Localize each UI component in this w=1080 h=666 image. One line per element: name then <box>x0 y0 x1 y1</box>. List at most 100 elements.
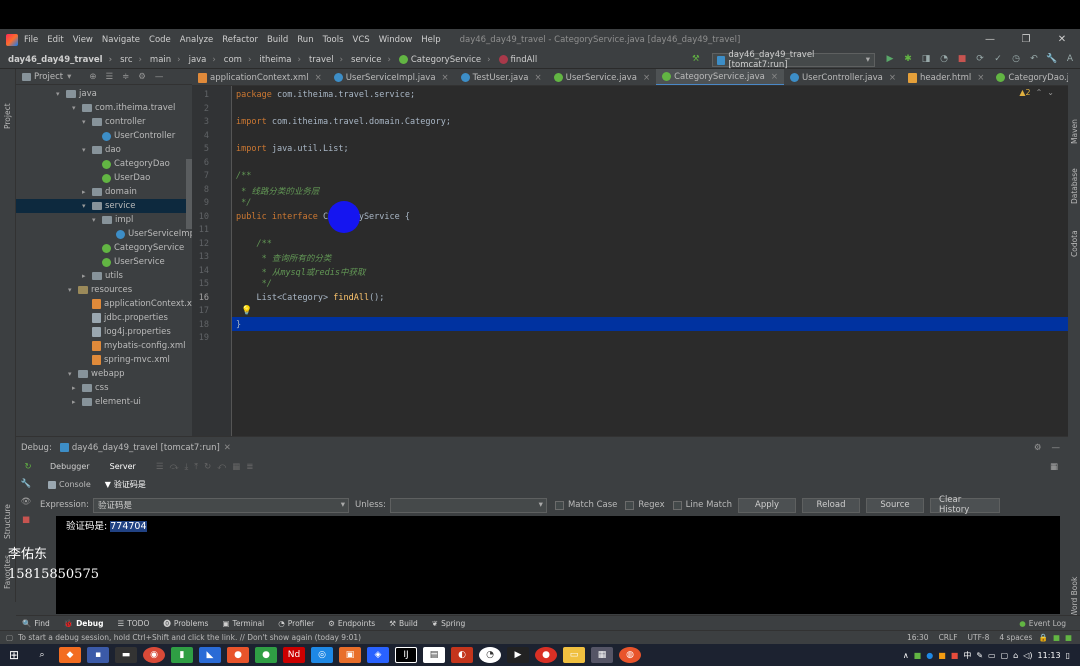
app-icon[interactable]: ◣ <box>199 647 221 663</box>
console-scrollbar[interactable] <box>1060 516 1068 614</box>
breadcrumb-item[interactable]: travel › <box>309 55 343 65</box>
app-icon[interactable]: ▬ <box>115 647 137 663</box>
start-icon[interactable]: ⊞ <box>3 647 25 663</box>
bottom-tab-problems[interactable]: ⓿ Problems <box>163 618 208 629</box>
display-icon[interactable]: ▢ <box>1001 651 1009 660</box>
eye-icon[interactable]: 👁 <box>16 493 36 511</box>
menu-build[interactable]: Build <box>267 35 288 45</box>
line-number[interactable]: 17 <box>199 306 209 316</box>
line-number[interactable]: 11 <box>199 225 209 235</box>
code-line[interactable]: /** <box>236 239 271 249</box>
bottom-tab-build[interactable]: ⚒ Build <box>389 619 418 628</box>
settings-icon[interactable]: 🔧 <box>16 475 36 493</box>
tree-item[interactable]: ▸ domain <box>16 185 137 199</box>
target-icon[interactable]: ⊕ <box>89 72 96 82</box>
bottom-tab-debug[interactable]: 🐞 Debug <box>64 619 104 628</box>
chevron-down-icon[interactable]: ⌄ <box>1047 88 1054 97</box>
match-case-checkbox[interactable] <box>554 500 564 510</box>
translate-icon[interactable]: A <box>1064 53 1076 65</box>
coverage-icon[interactable]: ◨ <box>920 53 932 65</box>
app-icon[interactable]: ▪ <box>87 647 109 663</box>
clock[interactable]: 11:13 <box>1038 651 1061 660</box>
lightbulb-icon[interactable]: 💡 <box>241 306 252 316</box>
history-icon[interactable]: ◷ <box>1010 53 1022 65</box>
breadcrumb-item[interactable]: CategoryService › <box>398 55 491 65</box>
app-icon[interactable]: ◈ <box>367 647 389 663</box>
breadcrumb-item[interactable]: itheima › <box>259 55 301 65</box>
bottom-tab-profiler[interactable]: ◔ Profiler <box>278 619 314 628</box>
status-message[interactable]: To start a debug session, hold Ctrl+Shif… <box>18 633 361 642</box>
tree-item[interactable]: ▸ element-ui <box>16 395 141 409</box>
undo-icon[interactable]: ↶ <box>1028 53 1040 65</box>
tray-app-icon[interactable]: ● <box>926 651 933 660</box>
app-icon[interactable]: ▮ <box>171 647 193 663</box>
tree-item[interactable]: CategoryService <box>16 241 184 255</box>
codota-icon[interactable]: ■ <box>1065 633 1072 642</box>
stop-icon[interactable]: ■ <box>956 53 968 65</box>
code-editor[interactable]: 1 2 3 4 5 6 7 8 9 10 11 12 13 14 15 16 17 18 19 package co… <box>192 86 1068 436</box>
app-icon[interactable]: ◔ <box>479 647 501 663</box>
tree-item[interactable]: ▾ controller <box>16 115 146 129</box>
intellij-taskbar-icon[interactable]: IJ <box>395 647 417 663</box>
breadcrumb-item[interactable]: day46_day49_travel › <box>8 55 112 65</box>
close-icon[interactable]: ✕ <box>224 443 231 453</box>
bottom-tab-endpoints[interactable]: ⚙ Endpoints <box>328 619 375 628</box>
line-number[interactable]: 8 <box>204 185 209 195</box>
clear-history-button[interactable]: Clear History <box>930 495 1001 515</box>
tree-item[interactable]: ▾ service <box>16 199 192 213</box>
menu-code[interactable]: Code <box>149 35 171 45</box>
step-controls-icon[interactable]: ☰⤼⤓⤒↻⤺▦≣ <box>156 462 260 472</box>
breadcrumb-item[interactable]: service › <box>351 55 391 65</box>
menu-vcs[interactable]: VCS <box>353 35 370 45</box>
reload-button[interactable]: Reload <box>802 497 861 513</box>
bottom-tab-todo[interactable]: ☰ TODO <box>117 619 149 628</box>
tree-item[interactable]: ▾ com.itheima.travel <box>16 101 175 115</box>
chevron-down-icon[interactable]: ▾ <box>67 72 71 82</box>
close-button[interactable]: ✕ <box>1044 29 1080 51</box>
breadcrumb-item[interactable]: java › <box>189 55 216 65</box>
git-icon[interactable]: ✓ <box>992 53 1004 65</box>
code-line[interactable]: List<Category> findAll(); <box>236 293 384 303</box>
stop-icon[interactable]: ■ <box>16 511 36 529</box>
tree-item[interactable]: ▾ java <box>16 87 97 101</box>
line-number[interactable]: 6 <box>204 158 209 168</box>
restore-button[interactable]: ❐ <box>1008 29 1044 51</box>
run-icon[interactable]: ▶ <box>884 53 896 65</box>
word-book-tool-button[interactable]: Word Book <box>1070 577 1079 617</box>
warnings-indicator[interactable]: ▲2 <box>1019 88 1030 97</box>
tree-item[interactable]: mybatis-config.xml <box>16 339 186 353</box>
file-explorer-icon[interactable]: ▭ <box>563 647 585 663</box>
line-number[interactable]: 19 <box>199 333 209 343</box>
line-number[interactable]: 3 <box>204 117 209 127</box>
project-tool-button[interactable]: Project <box>3 103 12 129</box>
gear-icon[interactable]: ⚙ <box>138 72 146 82</box>
code-line[interactable]: * 查询所有的分类 <box>236 252 332 264</box>
lock-icon[interactable]: 🔒 <box>1038 633 1047 642</box>
notification-icon[interactable]: ▯ <box>1066 651 1070 660</box>
run-configuration-select[interactable]: day46_day49_travel [tomcat7:run] ▾ <box>712 50 875 70</box>
breadcrumb-item[interactable]: findAll <box>498 55 537 65</box>
menu-navigate[interactable]: Navigate <box>102 35 140 45</box>
menu-help[interactable]: Help <box>421 35 440 45</box>
app-icon[interactable]: ▣ <box>339 647 361 663</box>
editor-tab[interactable]: header.html × <box>902 69 990 85</box>
code-line[interactable]: import java.util.List; <box>236 144 349 154</box>
project-panel-title[interactable]: Project <box>34 72 63 82</box>
expand-all-icon[interactable]: ☰ <box>106 72 114 82</box>
editor-tab[interactable]: TestUser.java × <box>455 69 548 85</box>
code-line[interactable]: * 线路分类的业务层 <box>236 185 319 197</box>
console-output[interactable]: 验证码是: 774704 <box>56 516 1060 614</box>
editor-tab[interactable]: UserController.java × <box>784 69 902 85</box>
tray-app-icon[interactable]: ■ <box>951 651 959 660</box>
tree-item[interactable]: UserServiceImpl <box>16 227 192 241</box>
event-log-button[interactable]: ● Event Log <box>1019 619 1066 628</box>
line-number[interactable]: 4 <box>204 131 209 141</box>
apply-button[interactable]: Apply <box>738 497 797 513</box>
plugin-icon[interactable]: ■ <box>1053 633 1060 642</box>
app-icon[interactable]: ● <box>255 647 277 663</box>
line-match-checkbox[interactable] <box>672 500 682 510</box>
tree-item[interactable]: ▾ resources <box>16 283 132 297</box>
menu-view[interactable]: View <box>73 35 93 45</box>
console-tab[interactable]: Console <box>48 480 91 489</box>
volume-icon[interactable]: ◁) <box>1023 651 1032 660</box>
